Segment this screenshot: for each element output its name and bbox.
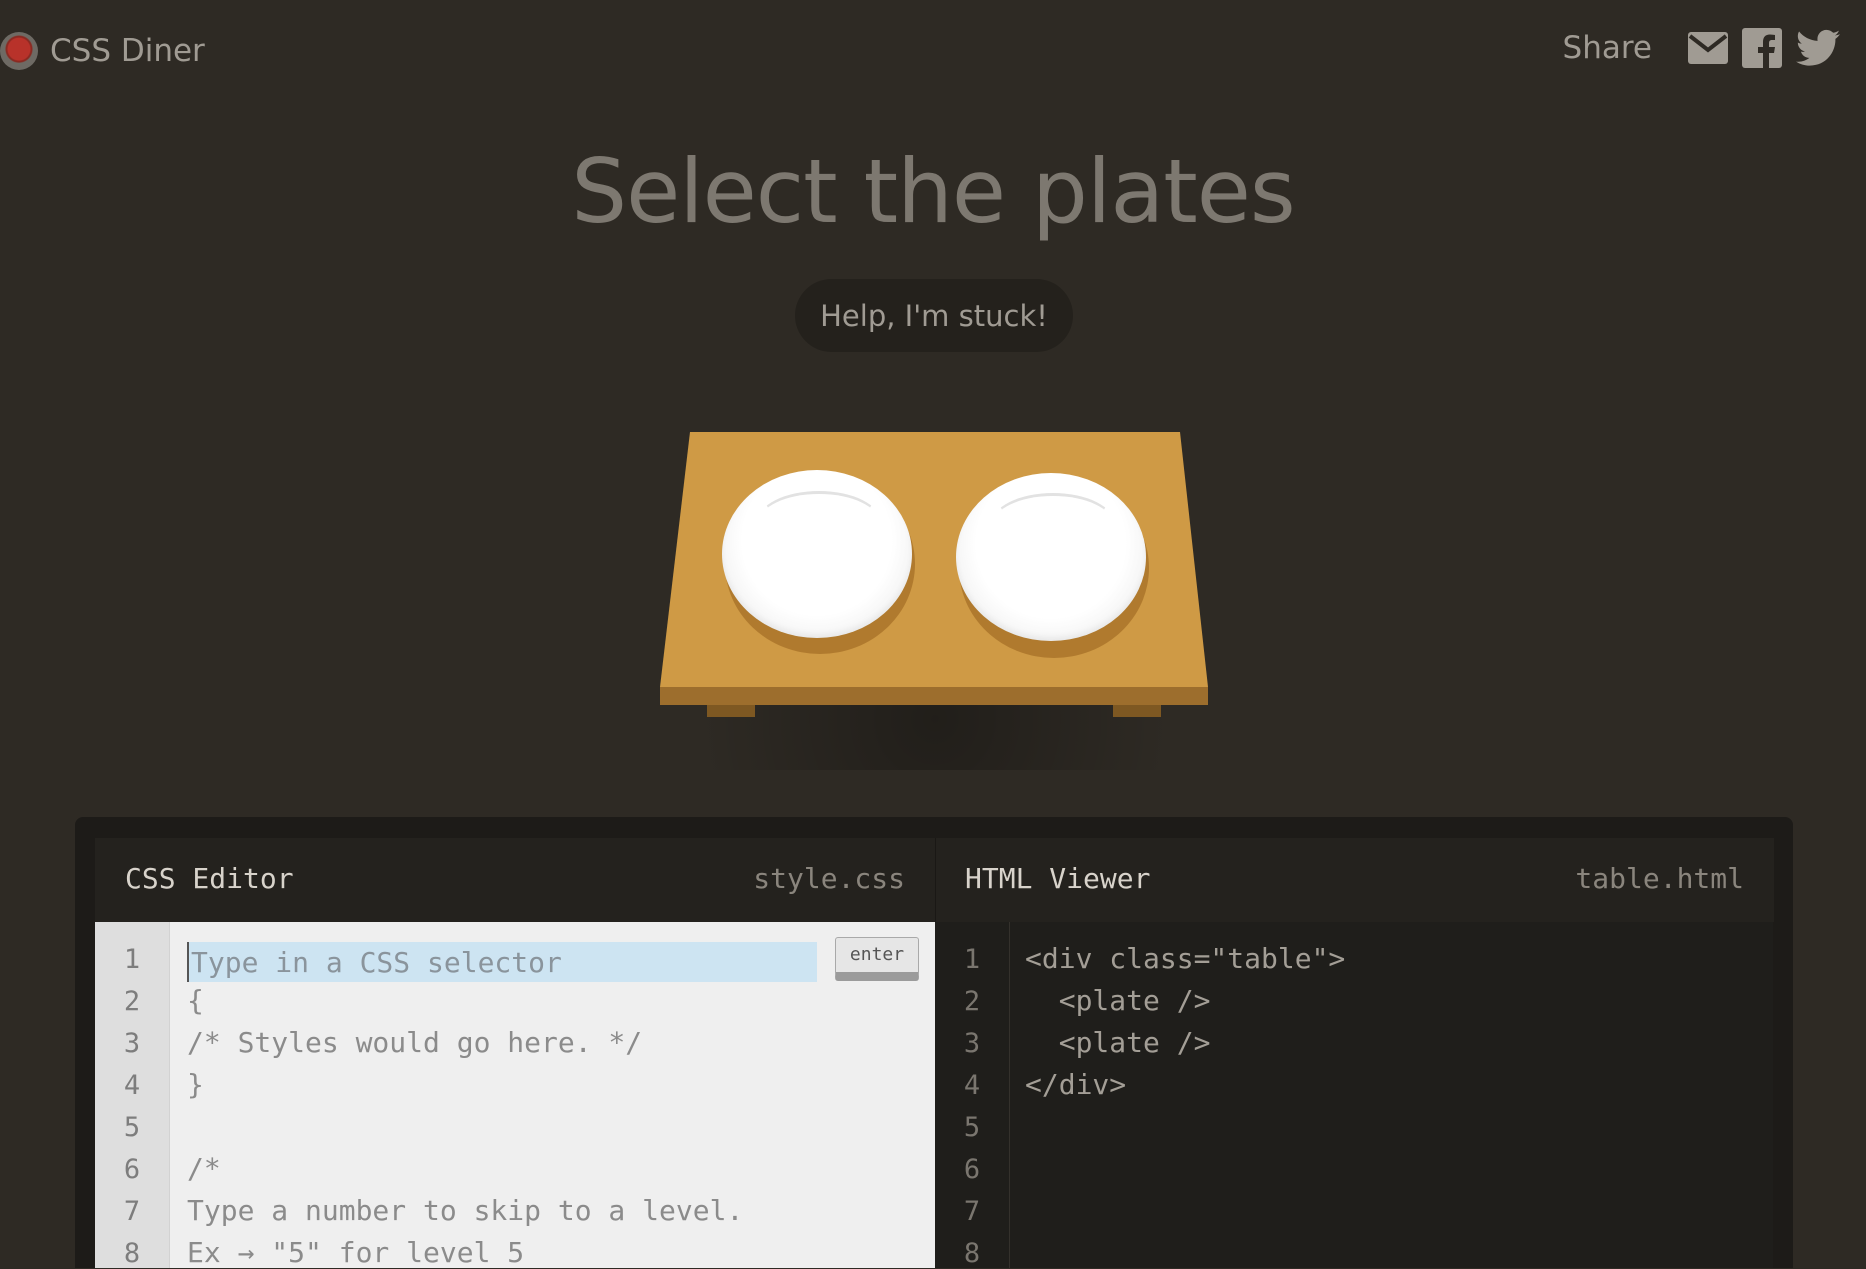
line-number: 3: [963, 1028, 981, 1059]
code-line: /* Styles would go here. */: [187, 1026, 643, 1059]
css-editor-filename: style.css: [753, 862, 905, 895]
css-selector-input[interactable]: [187, 942, 817, 982]
css-editor-title: CSS Editor: [125, 862, 294, 895]
line-number: 2: [963, 986, 981, 1017]
mail-icon[interactable]: [1688, 32, 1728, 64]
html-line[interactable]: <plate />: [1025, 1026, 1211, 1059]
line-number: 4: [123, 1070, 141, 1101]
html-viewer-header: HTML Viewer table.html: [935, 838, 1774, 922]
line-number: 1: [123, 944, 141, 975]
share-label: Share: [1562, 30, 1652, 66]
logo[interactable]: CSS Diner: [0, 32, 205, 70]
share-bar: Share: [1563, 28, 1840, 68]
plate-rim: [757, 491, 881, 554]
line-gutter: 1 2 3 4 5 6 7 8: [935, 922, 1010, 1269]
line-number: 2: [123, 986, 141, 1017]
html-line[interactable]: </div>: [1025, 1068, 1126, 1101]
line-number: 7: [123, 1196, 141, 1227]
top-bar: CSS Diner Share: [0, 22, 1866, 80]
css-editor-header: CSS Editor style.css: [95, 838, 935, 922]
code-line: Type a number to skip to a level.: [187, 1194, 744, 1227]
level-title: Select the plates: [571, 140, 1296, 243]
code-line: Ex → "5" for level 5: [187, 1236, 525, 1269]
html-line[interactable]: <div class="table">: [1025, 942, 1345, 975]
html-viewer-filename: table.html: [1575, 862, 1744, 895]
code-line: /*: [187, 1152, 221, 1185]
css-editor: 1 2 3 4 5 6 7 8 enter { /* Styles would …: [95, 922, 935, 1269]
logo-icon: [0, 32, 38, 70]
enter-button[interactable]: enter: [835, 937, 919, 981]
table-scene: [655, 430, 1215, 770]
line-number: 7: [963, 1196, 981, 1227]
twitter-icon[interactable]: [1796, 29, 1840, 67]
line-number: 8: [123, 1238, 141, 1269]
line-number: 8: [963, 1238, 981, 1269]
app-name: CSS Diner: [50, 33, 205, 69]
line-number: 5: [123, 1112, 141, 1143]
line-number: 6: [123, 1154, 141, 1185]
html-line[interactable]: <plate />: [1025, 984, 1211, 1017]
line-number: 1: [963, 944, 981, 975]
html-viewer-title: HTML Viewer: [965, 862, 1151, 895]
line-number: 4: [963, 1070, 981, 1101]
line-number: 6: [963, 1154, 981, 1185]
help-button[interactable]: Help, I'm stuck!: [795, 279, 1073, 352]
html-viewer: 1 2 3 4 5 6 7 8 <div class="table"> <pla…: [935, 922, 1773, 1269]
facebook-icon[interactable]: [1742, 28, 1782, 68]
code-line: {: [187, 984, 204, 1017]
line-number: 3: [123, 1028, 141, 1059]
code-line: }: [187, 1068, 204, 1101]
line-number: 5: [963, 1112, 981, 1143]
plate-rim: [991, 493, 1115, 556]
line-gutter: 1 2 3 4 5 6 7 8: [95, 922, 170, 1269]
